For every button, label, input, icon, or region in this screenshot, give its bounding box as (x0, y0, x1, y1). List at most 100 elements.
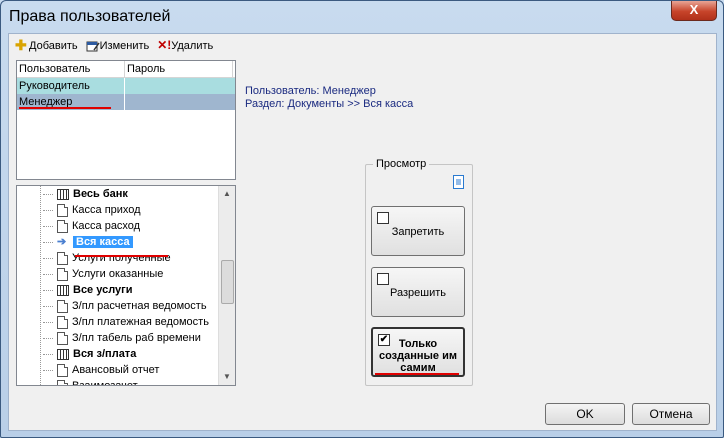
tree-connector (43, 273, 53, 275)
tree-connector (43, 225, 53, 227)
edit-label: Изменить (99, 40, 150, 52)
document-icon (57, 363, 68, 377)
tree-item[interactable]: Весь банк (43, 186, 128, 202)
tree-item[interactable]: Авансовый отчет (43, 362, 159, 378)
tree-item-label: Взаимозачет (72, 380, 138, 386)
arrow-right-icon: ➔ (57, 236, 67, 248)
tree-item[interactable]: З/пл табель раб времени (43, 330, 201, 346)
sections-tree: Весь банк Касса приход Касса расход ➔ Вся ка… (16, 185, 236, 386)
delete-button[interactable]: ✕! Удалить (157, 38, 214, 52)
info-section: Раздел: Документы >> Вся касса (245, 98, 414, 110)
tree-item-label: З/пл расчетная ведомость (72, 300, 207, 312)
deny-button[interactable]: Запретить (371, 206, 465, 256)
ok-button[interactable]: OK (545, 403, 625, 425)
document-icon (453, 175, 464, 189)
tree-connector (43, 369, 53, 371)
own-only-line-2: созданные им (378, 350, 457, 362)
table-row[interactable]: Руководитель (17, 78, 235, 94)
tree-item[interactable]: Вся з/плата (43, 346, 136, 362)
tree-item[interactable]: Взаимозачет (43, 378, 138, 387)
tree-item-label: Весь банк (73, 188, 128, 200)
user-cell: Руководитель (19, 80, 90, 92)
grid-icon (57, 284, 69, 296)
edit-icon (86, 40, 100, 52)
rights-window: Права пользователей X ✚ Добавить Изменит… (0, 0, 724, 438)
tree-connector (43, 257, 53, 259)
password-cell (124, 78, 232, 94)
deny-label: Запретить (391, 226, 445, 238)
tree-item-label: Касса приход (72, 204, 141, 216)
annotation-underline (75, 255, 168, 257)
view-group-label: Просмотр (373, 158, 430, 170)
own-only-line-1: Только (398, 338, 438, 350)
tree-connector (43, 353, 53, 355)
document-icon (57, 379, 68, 385)
cancel-button[interactable]: Отмена (632, 403, 710, 425)
tree-item[interactable]: ➔ Вся касса (43, 234, 133, 250)
password-cell (124, 94, 232, 110)
grid-icon (57, 348, 69, 360)
tree-item-label: З/пл платежная ведомость (72, 316, 209, 328)
column-header-user[interactable]: Пользователь (17, 61, 125, 77)
annotation-underline (19, 107, 111, 109)
tree-connector (43, 289, 53, 291)
toolbar: ✚ Добавить Изменить ✕! Удалить (15, 38, 213, 54)
tree-item[interactable]: Все услуги (43, 282, 133, 298)
annotation-underline (375, 373, 459, 375)
scroll-down-icon[interactable]: ▼ (219, 369, 235, 385)
tree-connector (43, 209, 53, 211)
deny-checkbox[interactable] (377, 212, 389, 224)
tree-item-label: Услуги оказанные (72, 268, 164, 280)
document-icon (57, 299, 68, 313)
close-button[interactable]: X (671, 1, 717, 21)
document-icon (57, 251, 68, 265)
tree-scrollbar[interactable]: ▲ ▼ (218, 186, 235, 385)
allow-checkbox[interactable] (377, 273, 389, 285)
tree-item-label: Касса расход (72, 220, 141, 232)
tree-item-label: Авансовый отчет (72, 364, 160, 376)
tree-connector (43, 241, 53, 243)
grid-icon (57, 188, 69, 200)
window-title: Права пользователей (9, 8, 171, 25)
selection-info: Пользователь: Менеджер Раздел: Документы… (245, 85, 413, 111)
plus-icon: ✚ (15, 37, 27, 53)
tree-item-label: Услуги полученные (72, 252, 171, 264)
scroll-thumb[interactable] (221, 260, 234, 304)
allow-button[interactable]: Разрешить (371, 267, 465, 317)
tree-item[interactable]: Услуги полученные (43, 250, 171, 266)
document-icon (57, 331, 68, 345)
add-label: Добавить (29, 40, 78, 52)
edit-button[interactable]: Изменить (86, 40, 150, 52)
scroll-up-icon[interactable]: ▲ (219, 186, 235, 202)
document-icon (57, 203, 68, 217)
document-icon (57, 267, 68, 281)
tree-connector (43, 386, 53, 387)
tree-item-label: Все услуги (73, 284, 133, 296)
delete-icon: ✕! (157, 38, 172, 52)
own-only-label: Только созданные им самим (373, 338, 463, 374)
tree-connector (43, 321, 53, 323)
column-header-password[interactable]: Пароль (125, 61, 233, 77)
tree-item[interactable]: З/пл платежная ведомость (43, 314, 209, 330)
tree-connector (43, 305, 53, 307)
add-button[interactable]: ✚ Добавить (15, 37, 78, 53)
users-table-header: Пользователь Пароль (17, 61, 235, 78)
tree-item-label: Вся касса (73, 236, 133, 248)
tree-item-label: Вся з/плата (73, 348, 137, 360)
tree-guide-line (40, 186, 41, 385)
tree-item-label: З/пл табель раб времени (72, 332, 201, 344)
tree-connector (43, 193, 53, 195)
allow-label: Разрешить (390, 287, 446, 299)
users-table: Пользователь Пароль Руководитель Менедже… (16, 60, 236, 180)
document-icon (57, 219, 68, 233)
title-bar: Права пользователей X (1, 1, 723, 33)
tree-item[interactable]: Услуги оказанные (43, 266, 163, 282)
info-user: Пользователь: Менеджер (245, 85, 376, 97)
own-only-button[interactable]: ✔ Только созданные им самим (371, 327, 465, 377)
tree-item[interactable]: З/пл расчетная ведомость (43, 298, 207, 314)
tree-item[interactable]: Касса приход (43, 202, 141, 218)
tree-item[interactable]: Касса расход (43, 218, 140, 234)
delete-label: Удалить (171, 40, 214, 52)
tree-connector (43, 337, 53, 339)
document-icon (57, 315, 68, 329)
